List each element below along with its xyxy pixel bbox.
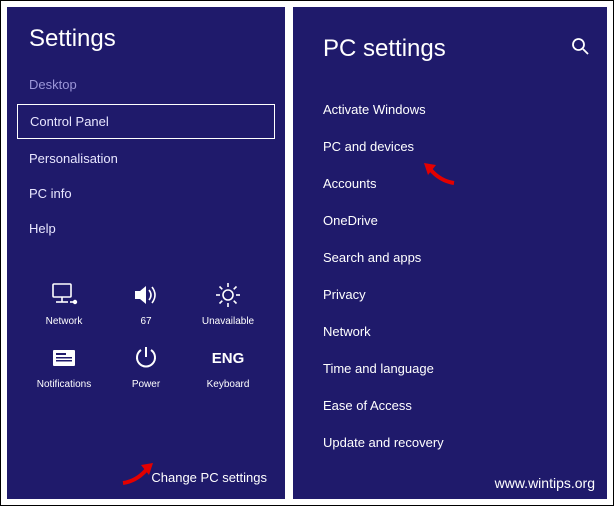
tile-volume-label: 67 [140, 316, 151, 327]
tile-network-label: Network [46, 316, 83, 327]
pc-settings-nav: Activate Windows PC and devices Accounts… [293, 83, 607, 461]
notifications-icon [49, 341, 79, 375]
nav-time-and-language[interactable]: Time and language [323, 350, 607, 387]
pc-settings-panel: PC settings Activate Windows PC and devi… [293, 7, 607, 499]
keyboard-lang-icon: ENG [212, 341, 245, 375]
settings-charm-panel: Settings Desktop Control Panel Personali… [7, 7, 285, 499]
tile-brightness-label: Unavailable [202, 316, 254, 327]
volume-icon [131, 278, 161, 312]
pc-settings-title: PC settings [293, 35, 607, 83]
tile-network[interactable]: Network [25, 278, 103, 327]
tile-power[interactable]: Power [107, 341, 185, 390]
keyboard-lang-text: ENG [212, 350, 245, 367]
tile-brightness[interactable]: Unavailable [189, 278, 267, 327]
tile-notifications-label: Notifications [37, 379, 91, 390]
nav-ease-of-access[interactable]: Ease of Access [323, 387, 607, 424]
nav-privacy[interactable]: Privacy [323, 276, 607, 313]
nav-activate-windows[interactable]: Activate Windows [323, 91, 607, 128]
menu-item-desktop[interactable]: Desktop [7, 67, 285, 102]
brightness-icon [213, 278, 243, 312]
menu-item-pc-info[interactable]: PC info [7, 176, 285, 211]
menu-item-control-panel[interactable]: Control Panel [17, 104, 275, 139]
nav-search-and-apps[interactable]: Search and apps [323, 239, 607, 276]
tile-power-label: Power [132, 379, 160, 390]
tile-keyboard[interactable]: ENG Keyboard [189, 341, 267, 390]
power-icon [133, 341, 159, 375]
search-icon[interactable] [571, 37, 589, 60]
tile-notifications[interactable]: Notifications [25, 341, 103, 390]
nav-network[interactable]: Network [323, 313, 607, 350]
nav-pc-and-devices[interactable]: PC and devices [323, 128, 607, 165]
quick-tiles: Network 67 [7, 278, 285, 390]
watermark: www.wintips.org [495, 475, 595, 491]
tile-keyboard-label: Keyboard [207, 379, 250, 390]
menu-item-help[interactable]: Help [7, 211, 285, 246]
settings-title: Settings [7, 25, 285, 67]
nav-onedrive[interactable]: OneDrive [323, 202, 607, 239]
change-pc-settings-link[interactable]: Change PC settings [151, 470, 267, 485]
nav-update-and-recovery[interactable]: Update and recovery [323, 424, 607, 461]
nav-accounts[interactable]: Accounts [323, 165, 607, 202]
network-icon [49, 278, 79, 312]
menu-item-personalisation[interactable]: Personalisation [7, 141, 285, 176]
tile-volume[interactable]: 67 [107, 278, 185, 327]
